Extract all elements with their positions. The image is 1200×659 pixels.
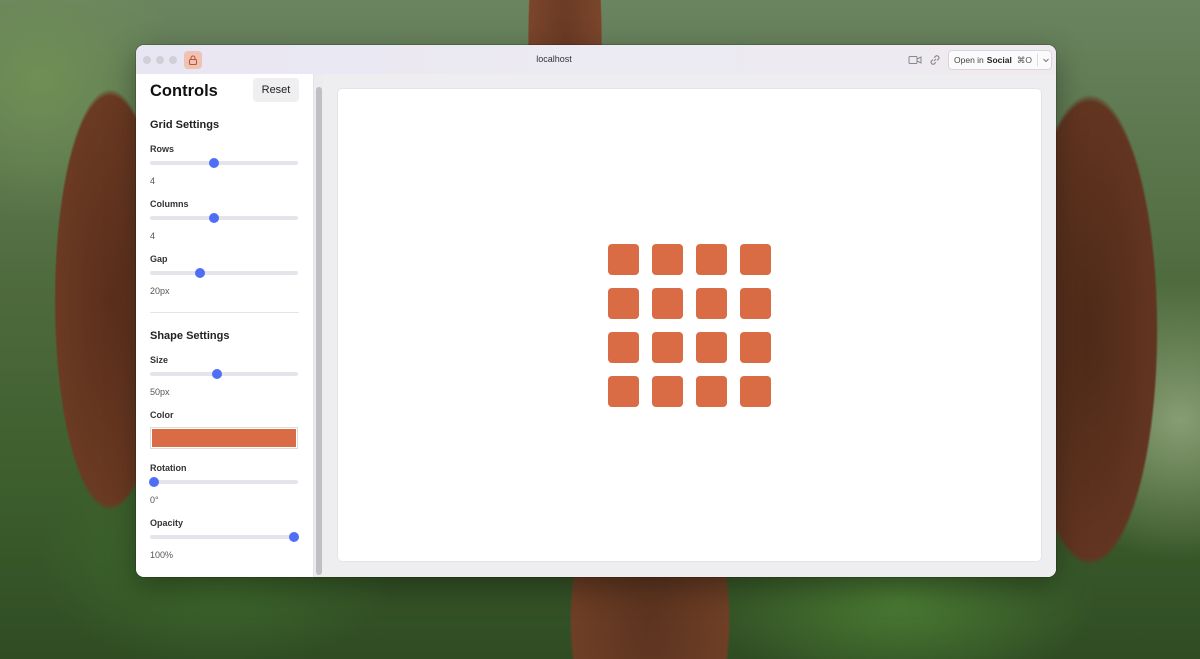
rotation-slider-thumb[interactable] — [149, 477, 160, 487]
controls-title: Controls — [150, 82, 218, 100]
grid-shape — [740, 244, 771, 275]
opacity-slider-thumb[interactable] — [288, 532, 299, 542]
grid-shape — [652, 244, 683, 275]
open-in-divider — [1037, 54, 1038, 66]
open-in-app-button[interactable]: Open in Social ⌘O — [948, 50, 1052, 70]
rotation-value: 0° — [150, 495, 159, 505]
size-label: Size — [150, 355, 169, 365]
grid-shape — [608, 244, 639, 275]
size-slider-thumb[interactable] — [211, 369, 222, 379]
rows-label: Rows — [150, 144, 175, 154]
size-slider[interactable] — [150, 369, 298, 379]
title-bar: localhost Open in Social ⌘O — [136, 45, 1056, 75]
color-picker[interactable] — [150, 427, 298, 449]
address-bar-url[interactable]: localhost — [136, 45, 972, 74]
controls-sidebar: Controls Reset Grid Settings Rows 4 Colu… — [136, 74, 314, 577]
rotation-label: Rotation — [150, 463, 187, 473]
gap-label: Gap — [150, 254, 168, 264]
grid-shape — [696, 332, 727, 363]
grid-shape — [696, 244, 727, 275]
link-icon[interactable] — [928, 53, 942, 67]
grid-shape — [608, 376, 639, 407]
opacity-label: Opacity — [150, 518, 184, 528]
open-in-label: Open in — [954, 55, 984, 65]
rows-value: 4 — [150, 176, 156, 186]
opacity-slider[interactable] — [150, 532, 299, 542]
shape-grid — [608, 244, 771, 407]
zoom-window-button[interactable] — [169, 56, 177, 64]
reset-button[interactable]: Reset — [253, 78, 299, 102]
camera-icon[interactable] — [908, 53, 922, 67]
grid-shape — [740, 288, 771, 319]
chevron-down-icon[interactable] — [1042, 56, 1050, 66]
grid-settings-heading: Grid Settings — [150, 119, 220, 131]
grid-shape — [608, 288, 639, 319]
grid-shape — [652, 332, 683, 363]
rotation-slider[interactable] — [149, 477, 298, 487]
gap-slider[interactable] — [150, 268, 298, 278]
gap-slider-thumb[interactable] — [195, 268, 206, 278]
grid-shape — [652, 288, 683, 319]
browser-window: localhost Open in Social ⌘O Controls Res… — [136, 45, 1056, 577]
size-value: 50px — [150, 387, 170, 397]
color-swatch — [152, 429, 296, 447]
columns-value: 4 — [150, 231, 156, 241]
shape-settings-heading: Shape Settings — [150, 330, 230, 342]
rows-slider[interactable] — [150, 158, 298, 168]
grid-shape — [696, 288, 727, 319]
preview-canvas — [338, 89, 1041, 561]
color-label: Color — [150, 410, 174, 420]
minimize-window-button[interactable] — [156, 56, 164, 64]
grid-shape — [740, 376, 771, 407]
grid-shape — [652, 376, 683, 407]
close-window-button[interactable] — [143, 56, 151, 64]
main-area — [323, 74, 1056, 577]
columns-slider-thumb[interactable] — [208, 213, 219, 223]
opacity-value: 100% — [150, 550, 174, 560]
lock-icon[interactable] — [184, 51, 202, 69]
grid-shape — [696, 376, 727, 407]
columns-label: Columns — [150, 199, 189, 209]
rows-slider-thumb[interactable] — [208, 158, 219, 168]
gap-value: 20px — [150, 286, 170, 296]
section-divider — [150, 312, 299, 313]
open-in-app-name: Social — [986, 55, 1012, 65]
columns-slider[interactable] — [150, 213, 298, 223]
grid-shape — [740, 332, 771, 363]
open-in-shortcut: ⌘O — [1016, 54, 1032, 65]
grid-shape — [608, 332, 639, 363]
sidebar-scrollbar-thumb[interactable] — [316, 87, 322, 575]
